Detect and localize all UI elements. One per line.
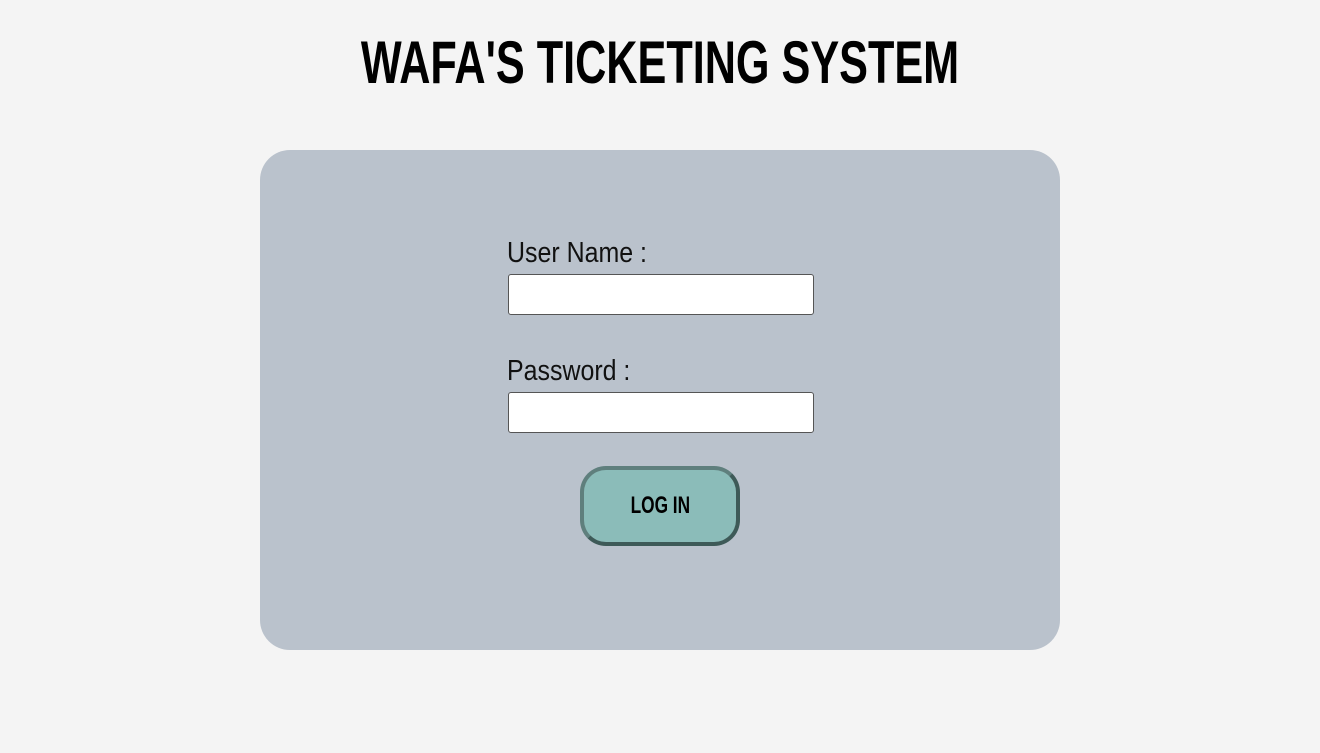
password-input[interactable] [508, 392, 814, 433]
username-label: User Name : [507, 237, 647, 269]
username-input[interactable] [508, 274, 814, 315]
login-button[interactable]: LOG IN [580, 466, 740, 546]
page-title: WAFA'S TICKETING SYSTEM [360, 29, 960, 96]
password-label: Password : [507, 355, 631, 387]
login-button-label: LOG IN [630, 492, 690, 519]
